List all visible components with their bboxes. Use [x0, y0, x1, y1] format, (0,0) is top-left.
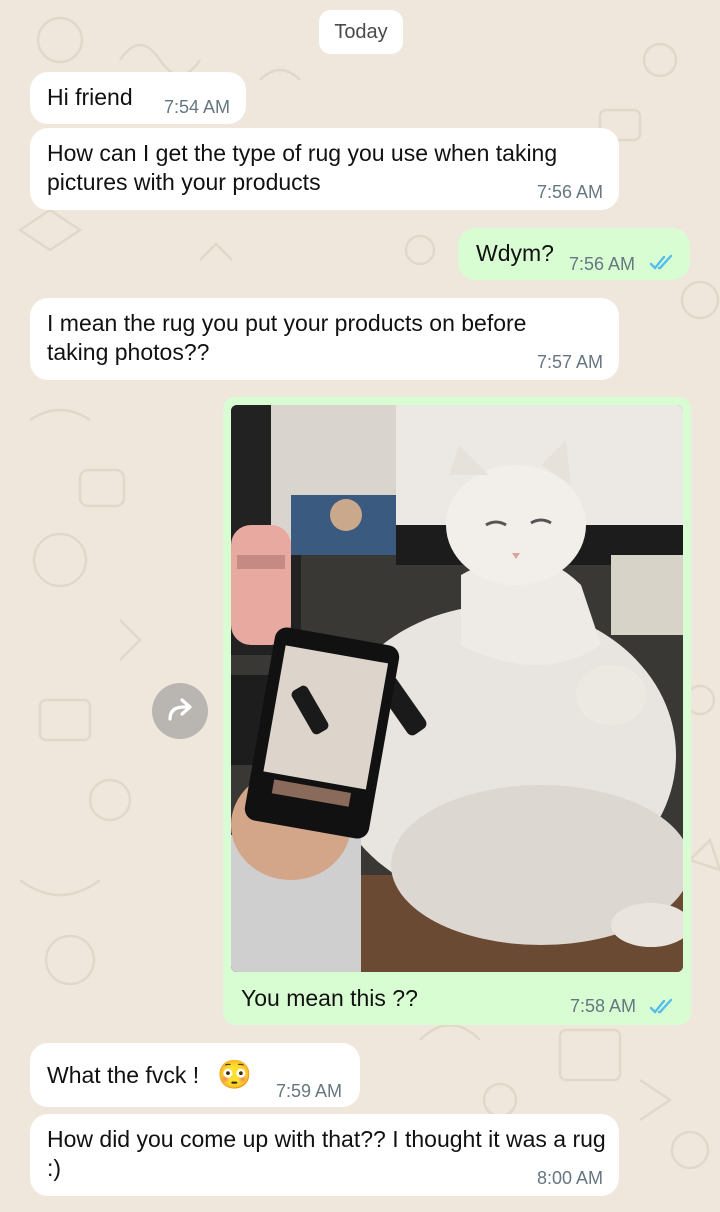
- cat-photo: [231, 405, 683, 972]
- message-text: How did you come up with that?? I though…: [47, 1126, 606, 1181]
- date-separator: Today: [319, 10, 403, 54]
- message-bubble-incoming[interactable]: How can I get the type of rug you use wh…: [30, 128, 619, 210]
- flushed-face-emoji: 😳: [217, 1059, 252, 1090]
- message-time: 7:56 AM: [537, 182, 604, 202]
- message-time: 7:58 AM: [570, 996, 637, 1016]
- message-bubble-outgoing[interactable]: Wdym? 7:56 AM: [458, 228, 690, 280]
- double-check-icon: [649, 254, 673, 270]
- message-time: 7:56 AM: [569, 254, 636, 274]
- message-time: 8:00 AM: [537, 1168, 604, 1188]
- message-bubble-incoming[interactable]: What the fvck ! 😳 7:59 AM: [30, 1043, 360, 1107]
- message-bubble-incoming[interactable]: Hi friend 7:54 AM: [30, 72, 246, 124]
- message-time: 7:59 AM: [276, 1081, 343, 1101]
- message-time: 7:54 AM: [164, 97, 231, 117]
- message-text: Wdym?: [476, 240, 554, 266]
- message-text: I mean the rug you put your products on …: [47, 310, 527, 365]
- message-bubble-incoming[interactable]: How did you come up with that?? I though…: [30, 1114, 619, 1196]
- message-text: How can I get the type of rug you use wh…: [47, 140, 558, 195]
- message-time: 7:57 AM: [537, 352, 604, 372]
- forward-button[interactable]: [152, 683, 208, 739]
- message-text: What the fvck !: [47, 1062, 200, 1088]
- message-bubble-incoming[interactable]: I mean the rug you put your products on …: [30, 298, 619, 380]
- image-message-bubble[interactable]: You mean this ?? 7:58 AM: [223, 397, 691, 1025]
- message-text: Hi friend: [47, 84, 133, 110]
- double-check-icon: [649, 998, 673, 1014]
- image-caption: You mean this ??: [241, 985, 418, 1011]
- message-image[interactable]: [231, 405, 683, 972]
- forward-icon: [168, 698, 192, 721]
